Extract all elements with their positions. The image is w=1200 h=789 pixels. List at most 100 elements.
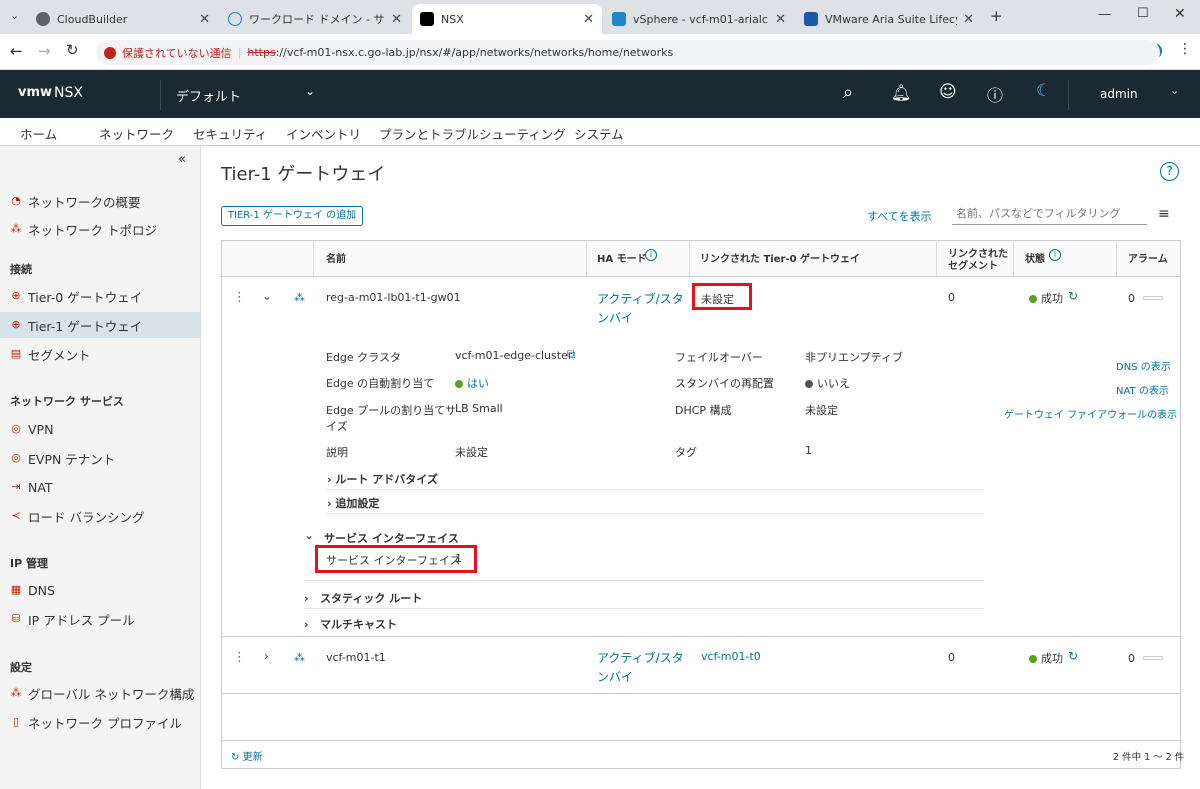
context-selector[interactable]: デフォルト xyxy=(176,86,241,105)
new-tab-icon[interactable]: + xyxy=(990,7,1003,25)
chevron-down-icon[interactable]: ⌄ xyxy=(304,528,314,542)
browser-tab-cloudbuilder[interactable]: CloudBuilder ✕ xyxy=(28,4,218,34)
evpn-icon: ◎ xyxy=(11,451,21,464)
sidebar-item-dns[interactable]: ▦ DNS xyxy=(0,577,200,603)
status-badge: 成功 xyxy=(1029,650,1063,666)
add-tier1-button[interactable]: TIER-1 ゲートウェイ の追加 xyxy=(221,206,363,226)
sidebar-section-network-services: ネットワーク サービス xyxy=(10,395,124,408)
user-menu[interactable]: admin xyxy=(1100,87,1138,101)
close-icon[interactable]: ✕ xyxy=(583,12,594,27)
sidebar-item-ip-pools[interactable]: ⛁ IP アドレス プール xyxy=(0,606,200,632)
bell-icon[interactable]: 🔔︎ xyxy=(891,83,911,102)
view-gateway-firewall-link[interactable]: ゲートウェイ ファイアウォールの表示 xyxy=(1004,406,1177,421)
browser-tab-nsx[interactable]: NSX ✕ xyxy=(412,4,602,34)
ha-mode-link[interactable]: アクティブ/スタ xyxy=(597,290,684,307)
open-link-icon[interactable]: ⧉ xyxy=(567,347,576,362)
status-badge: 成功 xyxy=(1029,290,1063,306)
view-nat-link[interactable]: NAT の表示 xyxy=(1116,382,1169,397)
service-interfaces-section[interactable]: サービス インターフェイス xyxy=(324,530,459,546)
additional-settings-toggle[interactable]: › 追加設定 xyxy=(327,495,379,511)
browser-tab-aria[interactable]: VMware Aria Suite Lifecycle ✕ xyxy=(796,4,982,34)
sidebar-item-evpn[interactable]: ◎ EVPN テナント xyxy=(0,445,200,471)
chevron-down-icon[interactable]: ⌄ xyxy=(305,84,315,98)
sidebar-item-topology[interactable]: ⁂ ネットワーク トポロジ xyxy=(0,216,200,242)
nav-plan-troubleshoot[interactable]: プランとトラブルシューティング xyxy=(379,124,566,143)
gateway-name: vcf-m01-t1 xyxy=(326,651,386,664)
gauge-icon: ◔ xyxy=(11,194,21,207)
row-actions-icon[interactable]: ⋮ xyxy=(233,650,246,665)
nav-inventory[interactable]: インベントリ xyxy=(286,124,361,143)
forward-icon[interactable]: → xyxy=(38,42,51,60)
security-warning[interactable]: 保護されていない通信 xyxy=(122,45,232,61)
collapse-sidebar-icon[interactable]: « xyxy=(178,152,186,167)
sidebar-item-nat[interactable]: ⇥ NAT xyxy=(0,474,200,500)
sidebar-item-vpn[interactable]: ◎ VPN xyxy=(0,416,200,442)
ha-mode-link-line2[interactable]: ンバイ xyxy=(597,309,633,326)
detail-label: タグ xyxy=(675,446,697,459)
view-dns-link[interactable]: DNS の表示 xyxy=(1116,358,1171,373)
back-icon[interactable]: ← xyxy=(10,42,23,60)
column-header-name[interactable]: 名前 xyxy=(326,250,346,265)
sidebar-item-tier1[interactable]: ⊕ Tier-1 ゲートウェイ xyxy=(0,312,200,338)
menu-kebab-icon[interactable]: ⋮ xyxy=(1178,41,1192,57)
window-close-icon[interactable]: ✕ xyxy=(1174,6,1186,22)
filter-input[interactable] xyxy=(952,203,1147,225)
minimize-icon[interactable]: — xyxy=(1098,7,1111,22)
close-icon[interactable]: ✕ xyxy=(199,12,210,27)
nav-security[interactable]: セキュリティ xyxy=(193,124,267,143)
refresh-status-icon[interactable]: ↻ xyxy=(1068,289,1078,303)
info-icon[interactable]: i xyxy=(645,249,657,261)
url-field[interactable]: 保護されていない通信 | https ://vcf-m01-nsx.c.go-l… xyxy=(96,40,1160,65)
static-routes-toggle[interactable]: › スタティック ルート xyxy=(304,590,422,606)
close-icon[interactable]: ✕ xyxy=(775,12,786,27)
chevron-down-icon[interactable]: ⌄ xyxy=(262,289,272,303)
maximize-icon[interactable]: ☐ xyxy=(1137,6,1149,21)
linked-t0-link[interactable]: vcf-m01-t0 xyxy=(701,650,761,663)
refresh-button[interactable]: ↻ 更新 xyxy=(231,748,263,763)
chevron-right-icon[interactable]: › xyxy=(264,649,269,663)
sidebar-item-global-config[interactable]: ⁂ グローバル ネットワーク構成 xyxy=(0,680,200,706)
help-icon[interactable]: ⓘ xyxy=(987,82,1003,106)
tab-title: NSX xyxy=(441,12,464,26)
show-all-link[interactable]: すべてを表示 xyxy=(867,208,932,224)
help-icon[interactable]: ? xyxy=(1160,162,1179,181)
browser-tab-vsphere[interactable]: vSphere - vcf-m01-arialc - サマリ ✕ xyxy=(604,4,794,34)
route-advertisement-toggle[interactable]: › ルート アドバタイズ xyxy=(327,471,438,487)
alarm-count[interactable]: 0 xyxy=(1128,292,1135,305)
chevron-down-icon[interactable]: ⌄ xyxy=(1170,84,1179,97)
row-actions-icon[interactable]: ⋮ xyxy=(233,290,246,305)
close-icon[interactable]: ✕ xyxy=(963,12,974,27)
sidebar-section-ip-management: IP 管理 xyxy=(10,557,48,570)
column-header-alarm[interactable]: アラーム xyxy=(1128,250,1168,265)
filter-icon[interactable]: ≡ xyxy=(1158,206,1170,222)
url-scheme: https xyxy=(247,46,276,59)
column-header-status[interactable]: 状態 xyxy=(1025,250,1045,265)
linked-segments-count[interactable]: 0 xyxy=(948,291,955,304)
smiley-icon[interactable]: ☺ xyxy=(939,82,957,102)
alarm-count[interactable]: 0 xyxy=(1128,652,1135,665)
tab-search-icon[interactable]: ⌄ xyxy=(10,9,19,22)
moon-icon[interactable]: ☾ xyxy=(1036,81,1051,101)
vmw-logo: vmw xyxy=(18,85,53,100)
sidebar-item-overview[interactable]: ◔ ネットワークの概要 xyxy=(0,188,200,214)
sidebar-item-load-balancing[interactable]: ≺ ロード バランシング xyxy=(0,503,200,529)
ha-mode-link[interactable]: アクティブ/スタ xyxy=(597,649,684,666)
column-header-ha[interactable]: HA モード xyxy=(597,250,647,265)
reload-icon[interactable]: ↻ xyxy=(66,41,79,59)
edge-cluster-value: vcf-m01-edge-cluster xyxy=(455,349,573,362)
linked-segments-count[interactable]: 0 xyxy=(948,651,955,664)
search-icon[interactable]: ⌕ xyxy=(843,82,853,103)
column-header-linked-t0[interactable]: リンクされた Tier-0 ゲートウェイ xyxy=(700,250,860,265)
sidebar-item-segments[interactable]: ▤ セグメント xyxy=(0,341,200,367)
sidebar-item-tier0[interactable]: ⊕ Tier-0 ゲートウェイ xyxy=(0,283,200,309)
browser-tab-workload[interactable]: ワークロード ドメイン - サービス ✕ xyxy=(220,4,410,34)
multicast-toggle[interactable]: › マルチキャスト xyxy=(304,616,397,632)
tags-value[interactable]: 1 xyxy=(805,444,812,457)
info-icon[interactable]: i xyxy=(1049,249,1061,261)
ha-mode-link-line2[interactable]: ンバイ xyxy=(597,668,633,685)
refresh-status-icon[interactable]: ↻ xyxy=(1068,649,1078,663)
close-icon[interactable]: ✕ xyxy=(391,12,402,27)
nav-system[interactable]: システム xyxy=(574,124,624,143)
nav-home[interactable]: ホーム xyxy=(20,124,57,143)
sidebar-item-network-profiles[interactable]: ▯ ネットワーク プロファイル xyxy=(0,709,200,735)
